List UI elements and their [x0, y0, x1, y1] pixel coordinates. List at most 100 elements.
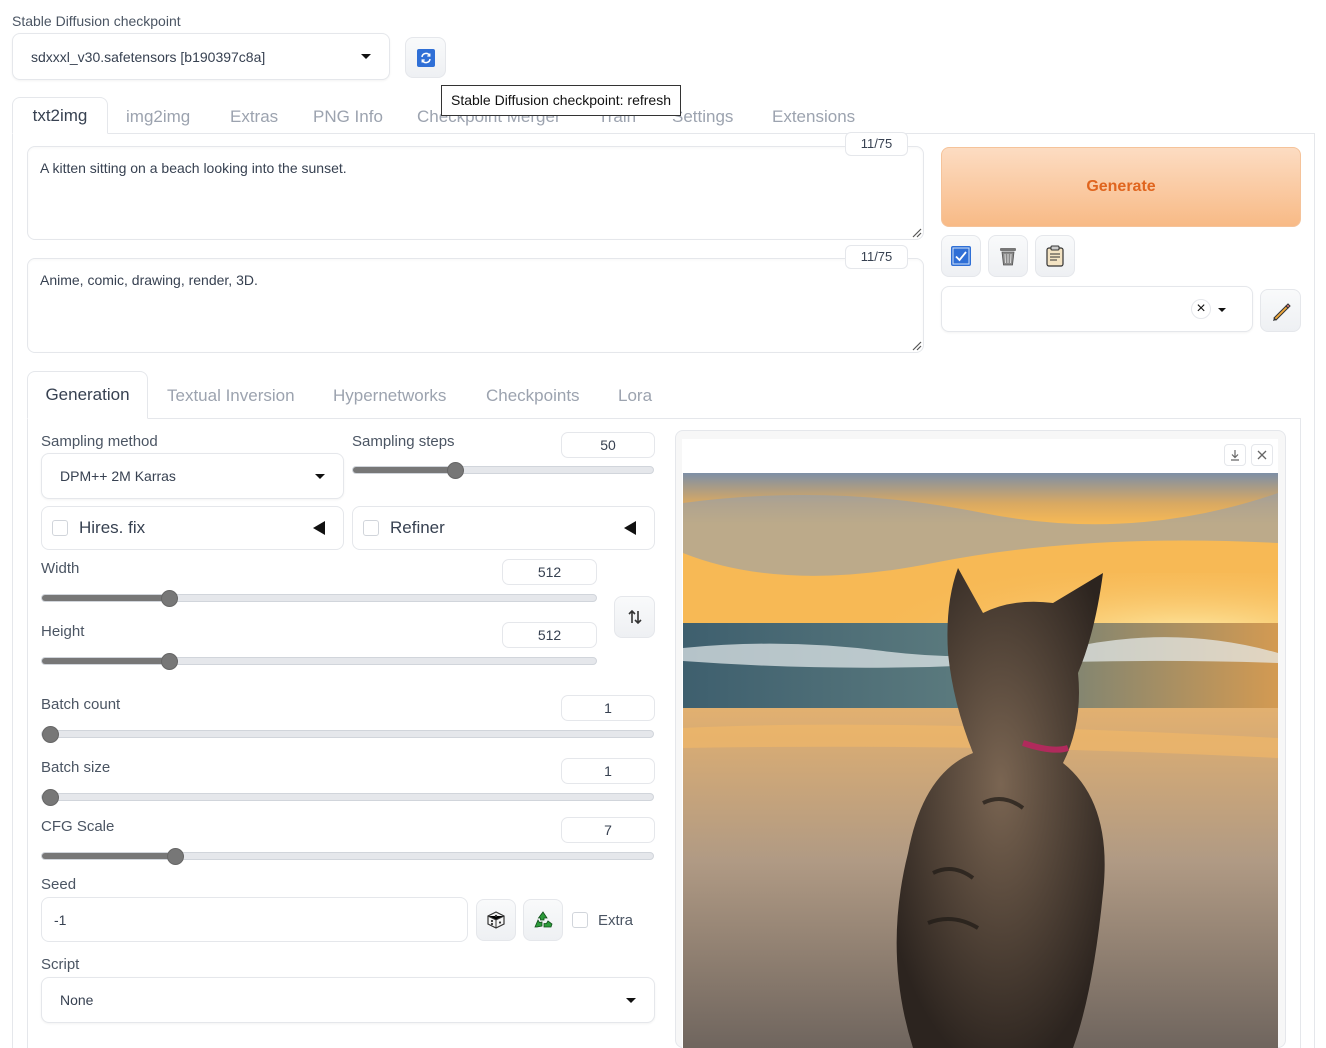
- seed-input[interactable]: -1: [41, 897, 468, 942]
- refiner-checkbox[interactable]: [363, 520, 379, 536]
- extra-seed-checkbox[interactable]: [572, 912, 588, 928]
- tab-generation[interactable]: Generation: [27, 371, 148, 419]
- slider-fill: [42, 853, 175, 859]
- sampling-method-value: DPM++ 2M Karras: [60, 468, 176, 484]
- tab-textual-inversion[interactable]: Textual Inversion: [167, 386, 295, 406]
- checkpoint-dropdown[interactable]: sdxxxl_v30.safetensors [b190397c8a]: [12, 33, 390, 80]
- slider-fill: [353, 467, 455, 473]
- close-image-button[interactable]: [1251, 444, 1273, 466]
- swap-icon: [627, 609, 642, 625]
- generate-button[interactable]: Generate: [941, 147, 1301, 227]
- slider-fill: [42, 595, 170, 601]
- cfg-scale-slider[interactable]: [41, 848, 654, 865]
- download-button[interactable]: [1224, 444, 1246, 466]
- clipboard-icon: [1046, 245, 1064, 267]
- refresh-icon: [416, 48, 435, 67]
- refresh-tooltip: Stable Diffusion checkpoint: refresh: [441, 85, 681, 116]
- height-label: Height: [41, 623, 85, 640]
- swap-dimensions-button[interactable]: [614, 596, 655, 638]
- checkbox-icon: [951, 246, 971, 266]
- script-dropdown[interactable]: None: [41, 977, 655, 1023]
- styles-dropdown[interactable]: ×: [941, 286, 1253, 332]
- trash-icon: [1000, 248, 1016, 266]
- slider-thumb[interactable]: [166, 848, 184, 865]
- tab-extras[interactable]: Extras: [230, 107, 278, 127]
- main-panel-left-border: [12, 133, 13, 1048]
- sub-tabs-divider: [27, 418, 1301, 419]
- hires-fix-checkbox[interactable]: [52, 520, 68, 536]
- width-label: Width: [41, 560, 80, 577]
- refiner-label: Refiner: [390, 518, 445, 537]
- resize-handle-icon[interactable]: [912, 341, 922, 351]
- sampling-steps-input[interactable]: 50: [561, 432, 655, 458]
- main-tabs-divider: [12, 133, 1315, 134]
- clear-prompt-button[interactable]: [988, 235, 1028, 277]
- generated-image[interactable]: [683, 473, 1278, 1048]
- seed-label: Seed: [41, 876, 77, 893]
- tab-lora[interactable]: Lora: [618, 386, 652, 406]
- slider-thumb[interactable]: [161, 590, 179, 607]
- cfg-scale-input[interactable]: 7: [561, 817, 655, 843]
- sampling-method-dropdown[interactable]: DPM++ 2M Karras: [41, 453, 344, 499]
- edit-styles-button[interactable]: [1260, 289, 1301, 332]
- sampling-steps-label: Sampling steps: [352, 433, 455, 450]
- height-input[interactable]: 512: [502, 622, 597, 648]
- chevron-down-icon: [626, 997, 636, 1003]
- negative-prompt-token-counter: 11/75: [845, 245, 908, 269]
- slider-thumb[interactable]: [42, 789, 59, 806]
- hires-fix-label: Hires. fix: [79, 518, 146, 537]
- batch-size-slider[interactable]: [41, 789, 654, 806]
- sampling-steps-slider[interactable]: [352, 462, 654, 479]
- chevron-down-icon: [1218, 308, 1226, 312]
- cfg-scale-label: CFG Scale: [41, 818, 115, 835]
- sub-panel-right-border: [1300, 418, 1301, 1048]
- prompt-textarea[interactable]: A kitten sitting on a beach looking into…: [27, 146, 924, 240]
- tab-png-info[interactable]: PNG Info: [313, 107, 383, 127]
- chevron-down-icon: [315, 473, 325, 479]
- script-value: None: [60, 992, 94, 1008]
- batch-count-input[interactable]: 1: [561, 695, 655, 721]
- download-icon: [1231, 450, 1239, 461]
- tab-extensions[interactable]: Extensions: [772, 107, 855, 127]
- prompt-token-counter: 11/75: [845, 132, 908, 156]
- tab-hypernetworks[interactable]: Hypernetworks: [333, 386, 446, 406]
- slider-thumb[interactable]: [447, 462, 464, 479]
- tab-txt2img[interactable]: txt2img: [12, 97, 108, 134]
- extra-seed-label: Extra: [598, 912, 634, 929]
- width-slider[interactable]: [41, 590, 597, 607]
- tab-img2img[interactable]: img2img: [126, 107, 190, 127]
- random-seed-button[interactable]: [476, 899, 516, 941]
- chevron-down-icon: [361, 54, 371, 59]
- show-extra-networks-button[interactable]: [941, 235, 981, 277]
- collapse-arrow-icon[interactable]: [313, 521, 325, 535]
- resize-handle-icon[interactable]: [912, 228, 922, 238]
- reuse-seed-button[interactable]: [523, 899, 563, 941]
- hires-fix-accordion[interactable]: Hires. fix: [41, 506, 344, 550]
- tab-settings[interactable]: Settings: [672, 107, 733, 127]
- checkpoint-value: sdxxxl_v30.safetensors [b190397c8a]: [31, 48, 266, 65]
- main-panel-right-border: [1314, 133, 1315, 1048]
- refiner-accordion[interactable]: Refiner: [352, 506, 655, 550]
- checkpoint-refresh-button[interactable]: [405, 37, 446, 78]
- tab-checkpoints[interactable]: Checkpoints: [486, 386, 580, 406]
- slider-thumb[interactable]: [161, 653, 179, 670]
- batch-count-slider[interactable]: [41, 726, 654, 743]
- dice-icon: [487, 911, 505, 929]
- close-icon: [1257, 450, 1267, 460]
- pencil-icon: [1272, 302, 1291, 321]
- negative-prompt-textarea[interactable]: Anime, comic, drawing, render, 3D.: [27, 258, 924, 353]
- sampling-method-label: Sampling method: [41, 433, 158, 450]
- script-label: Script: [41, 956, 80, 973]
- width-input[interactable]: 512: [502, 559, 597, 585]
- batch-size-input[interactable]: 1: [561, 758, 655, 784]
- sub-panel-left-border: [27, 418, 28, 1048]
- height-slider[interactable]: [41, 653, 597, 670]
- clear-styles-icon[interactable]: ×: [1191, 299, 1211, 319]
- checkpoint-label: Stable Diffusion checkpoint: [12, 13, 181, 29]
- apply-styles-button[interactable]: [1035, 235, 1075, 277]
- collapse-arrow-icon[interactable]: [624, 521, 636, 535]
- batch-count-label: Batch count: [41, 696, 121, 713]
- slider-thumb[interactable]: [42, 726, 59, 743]
- batch-size-label: Batch size: [41, 759, 111, 776]
- slider-fill: [42, 658, 170, 664]
